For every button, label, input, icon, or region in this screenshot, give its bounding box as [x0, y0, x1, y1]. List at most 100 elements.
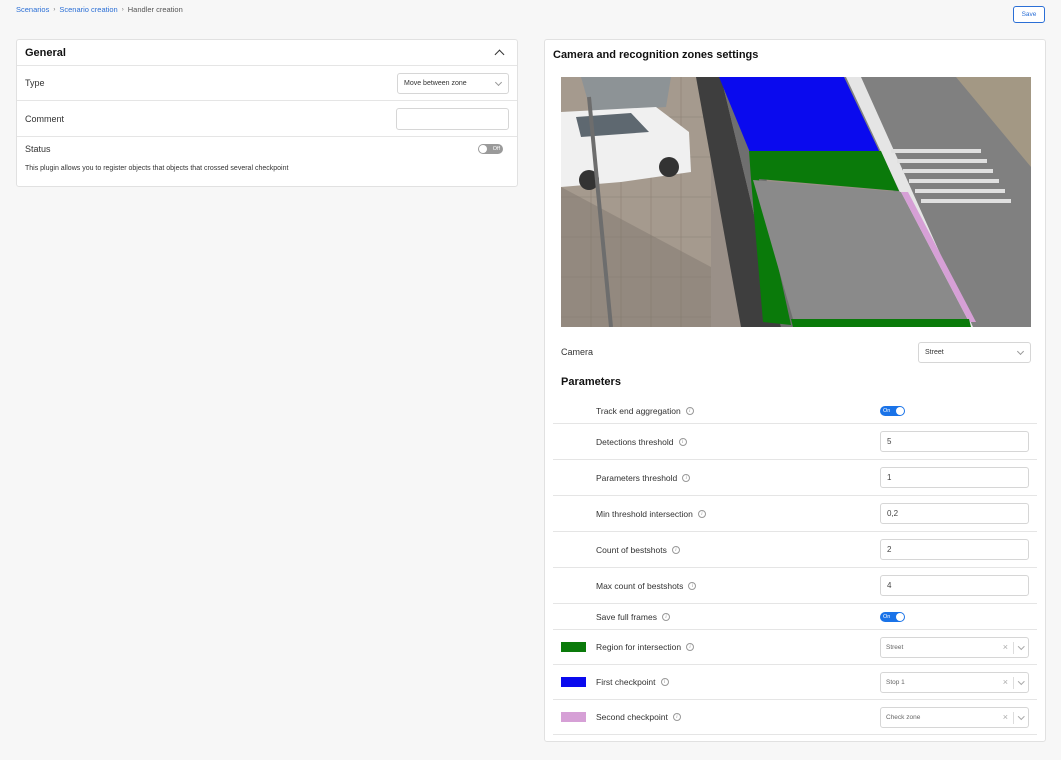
status-label: Status [25, 144, 51, 154]
type-row: Type Move between zone [17, 66, 517, 101]
select-value: Check zone [886, 713, 921, 721]
param-label-text: Save full frames [596, 611, 657, 622]
param-label-text: Region for intersection [596, 642, 682, 652]
param-row-detections-threshold: Detections threshold i 5 [553, 424, 1037, 460]
first-checkpoint-select[interactable]: Stop 1 × [880, 671, 1029, 693]
param-row-save-full-frames: Save full frames i On [553, 604, 1037, 630]
param-row-count-of-bestshots: Count of bestshots i 2 [553, 532, 1037, 568]
chevron-down-icon [494, 78, 503, 86]
status-row: Status Off [17, 137, 517, 161]
comment-input[interactable] [396, 107, 509, 130]
param-label: Region for intersection i [596, 642, 695, 652]
parameters-title: Parameters [561, 376, 621, 388]
type-label: Type [25, 78, 45, 88]
param-label: Count of bestshots i [596, 545, 680, 555]
type-select-value: Move between zone [404, 79, 467, 87]
camera-settings-card: Camera and recognition zones settings Ca… [544, 39, 1046, 742]
parameters-list: Track end aggregation i On Detections th… [553, 398, 1037, 735]
camera-preview-image[interactable] [561, 77, 1031, 327]
general-card: General Type Move between zone Comment S… [16, 39, 518, 187]
camera-settings-title: Camera and recognition zones settings [553, 49, 759, 61]
info-icon[interactable]: i [697, 509, 706, 518]
car-wheel [659, 157, 679, 177]
general-header[interactable]: General [17, 40, 517, 66]
clear-icon[interactable]: × [1003, 677, 1008, 687]
toggle-text: On [883, 407, 891, 414]
type-select[interactable]: Move between zone [397, 72, 509, 94]
param-row-min-threshold-intersection: Min threshold intersection i 0,2 [553, 496, 1037, 532]
select-divider [1013, 641, 1014, 654]
chevron-down-icon[interactable] [1017, 677, 1024, 684]
camera-row: Camera Street [561, 341, 1031, 363]
param-label-text: Min threshold intersection [596, 508, 693, 519]
general-title: General [25, 46, 66, 59]
param-row-first-checkpoint: First checkpoint i Stop 1 × [553, 665, 1037, 700]
track-end-aggregation-toggle[interactable]: On [880, 405, 905, 416]
camera-select[interactable]: Street [918, 341, 1031, 363]
info-icon[interactable]: i [660, 678, 669, 686]
param-label: Detections threshold i [596, 437, 687, 447]
chevron-up-icon[interactable] [494, 49, 505, 59]
clear-icon[interactable]: × [1003, 642, 1008, 652]
info-icon[interactable]: i [671, 545, 680, 554]
param-label-text: Second checkpoint [596, 712, 668, 722]
param-label: Parameters threshold i [596, 472, 691, 483]
info-icon[interactable]: i [688, 581, 697, 590]
breadcrumb: Scenarios › Scenario creation › Handler … [16, 5, 183, 14]
param-label: Track end aggregation i [596, 406, 694, 416]
chevron-down-icon [1016, 347, 1025, 355]
max-count-of-bestshots-input[interactable]: 4 [880, 575, 1029, 596]
save-button[interactable]: Save [1013, 6, 1045, 23]
param-label-text: Max count of bestshots [596, 580, 684, 591]
first-checkpoint-color-swatch [561, 677, 586, 687]
toggle-knob [479, 145, 487, 153]
toggle-knob [896, 406, 904, 415]
camera-select-value: Street [925, 348, 944, 356]
param-label: Second checkpoint i [596, 712, 681, 722]
select-divider [1013, 711, 1014, 724]
second-checkpoint-select[interactable]: Check zone × [880, 706, 1029, 728]
param-label: Min threshold intersection i [596, 509, 706, 519]
status-toggle[interactable]: Off [478, 144, 503, 154]
chevron-down-icon[interactable] [1017, 712, 1024, 719]
comment-label: Comment [25, 113, 65, 124]
count-of-bestshots-input[interactable]: 2 [880, 539, 1029, 560]
comment-row: Comment [17, 101, 517, 137]
toggle-knob [896, 612, 904, 621]
camera-preview-svg [561, 77, 1031, 327]
param-label-text: Parameters threshold [596, 472, 678, 483]
plugin-description: This plugin allows you to register objec… [25, 165, 289, 172]
info-icon[interactable]: i [682, 473, 691, 482]
breadcrumb-scenarios[interactable]: Scenarios [16, 5, 49, 14]
breadcrumb-separator-icon: › [53, 6, 56, 13]
param-label-text: First checkpoint [596, 677, 656, 687]
breadcrumb-separator-icon: › [121, 6, 124, 13]
param-row-max-count-of-bestshots: Max count of bestshots i 4 [553, 568, 1037, 604]
breadcrumb-scenario-creation[interactable]: Scenario creation [59, 5, 117, 14]
info-icon[interactable]: i [661, 612, 670, 621]
select-divider [1013, 676, 1014, 689]
info-icon[interactable]: i [672, 713, 681, 721]
detections-threshold-input[interactable]: 5 [880, 431, 1029, 452]
intersection-zone-bottom [791, 319, 971, 327]
region-for-intersection-select[interactable]: Street × [880, 636, 1029, 658]
parameters-threshold-input[interactable]: 1 [880, 467, 1029, 488]
camera-label: Camera [561, 347, 594, 357]
chevron-down-icon[interactable] [1017, 642, 1024, 649]
parked-car-gray [581, 77, 671, 112]
param-row-region-for-intersection: Region for intersection i Street × [553, 630, 1037, 665]
info-icon[interactable]: i [678, 437, 687, 446]
param-label: Max count of bestshots i [596, 580, 697, 591]
status-toggle-text: Off [492, 146, 500, 152]
param-label: Save full frames i [596, 612, 670, 622]
save-full-frames-toggle[interactable]: On [880, 611, 905, 622]
info-icon[interactable]: i [685, 406, 694, 415]
min-threshold-intersection-input[interactable]: 0,2 [880, 503, 1029, 524]
clear-icon[interactable]: × [1003, 712, 1008, 722]
second-checkpoint-color-swatch [561, 712, 586, 722]
param-label-text: Track end aggregation [596, 405, 681, 416]
select-value: Stop 1 [886, 678, 905, 686]
param-row-second-checkpoint: Second checkpoint i Check zone × [553, 700, 1037, 735]
param-label-text: Count of bestshots [596, 544, 667, 555]
info-icon[interactable]: i [686, 643, 695, 651]
